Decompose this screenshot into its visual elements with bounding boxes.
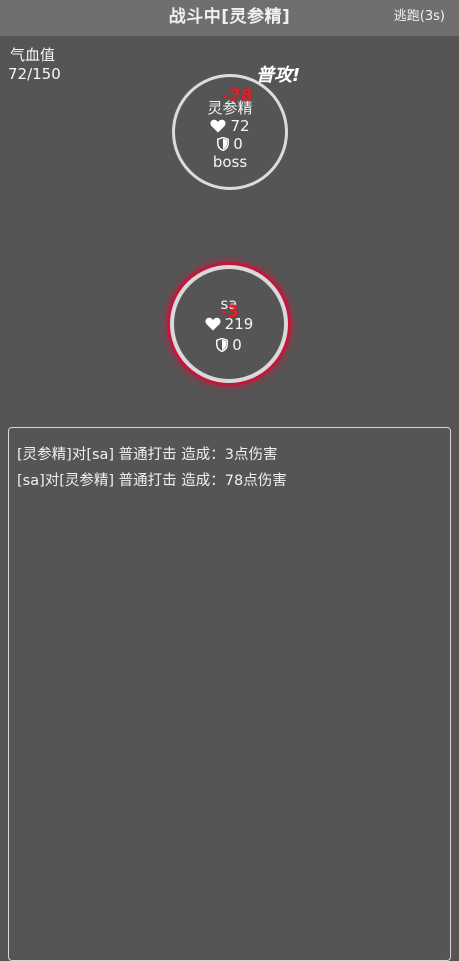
player-unit[interactable]: sa 219 0	[170, 265, 288, 383]
player-defense: 0	[232, 336, 242, 354]
boss-defense-row: 0	[175, 135, 285, 155]
boss-tag: boss	[212, 153, 248, 171]
player-defense-row: 0	[174, 336, 284, 356]
boss-defense: 0	[233, 135, 243, 153]
hp-value: 72/150	[8, 65, 61, 83]
boss-hp-row: 72	[175, 117, 285, 137]
boss-hp: 72	[230, 117, 250, 135]
hp-label: 气血值	[10, 46, 56, 64]
boss-damage-popup: -78	[222, 86, 253, 106]
log-entry: [sa]对[灵参精] 普通打击 造成：78点伤害	[17, 473, 287, 489]
shield-icon	[216, 337, 229, 356]
escape-button[interactable]: 逃跑(3s)	[394, 0, 445, 34]
player-damage-popup: -3	[220, 302, 239, 322]
top-bar: 战斗中[灵参精] 逃跑(3s)	[0, 0, 459, 36]
battle-log-panel[interactable]: [灵参精]对[sa] 普通打击 造成：3点伤害 [sa]对[灵参精] 普通打击 …	[8, 427, 451, 961]
battle-title: 战斗中[灵参精]	[168, 7, 291, 27]
heart-icon	[205, 317, 221, 335]
log-entry: [灵参精]对[sa] 普通打击 造成：3点伤害	[17, 447, 278, 463]
